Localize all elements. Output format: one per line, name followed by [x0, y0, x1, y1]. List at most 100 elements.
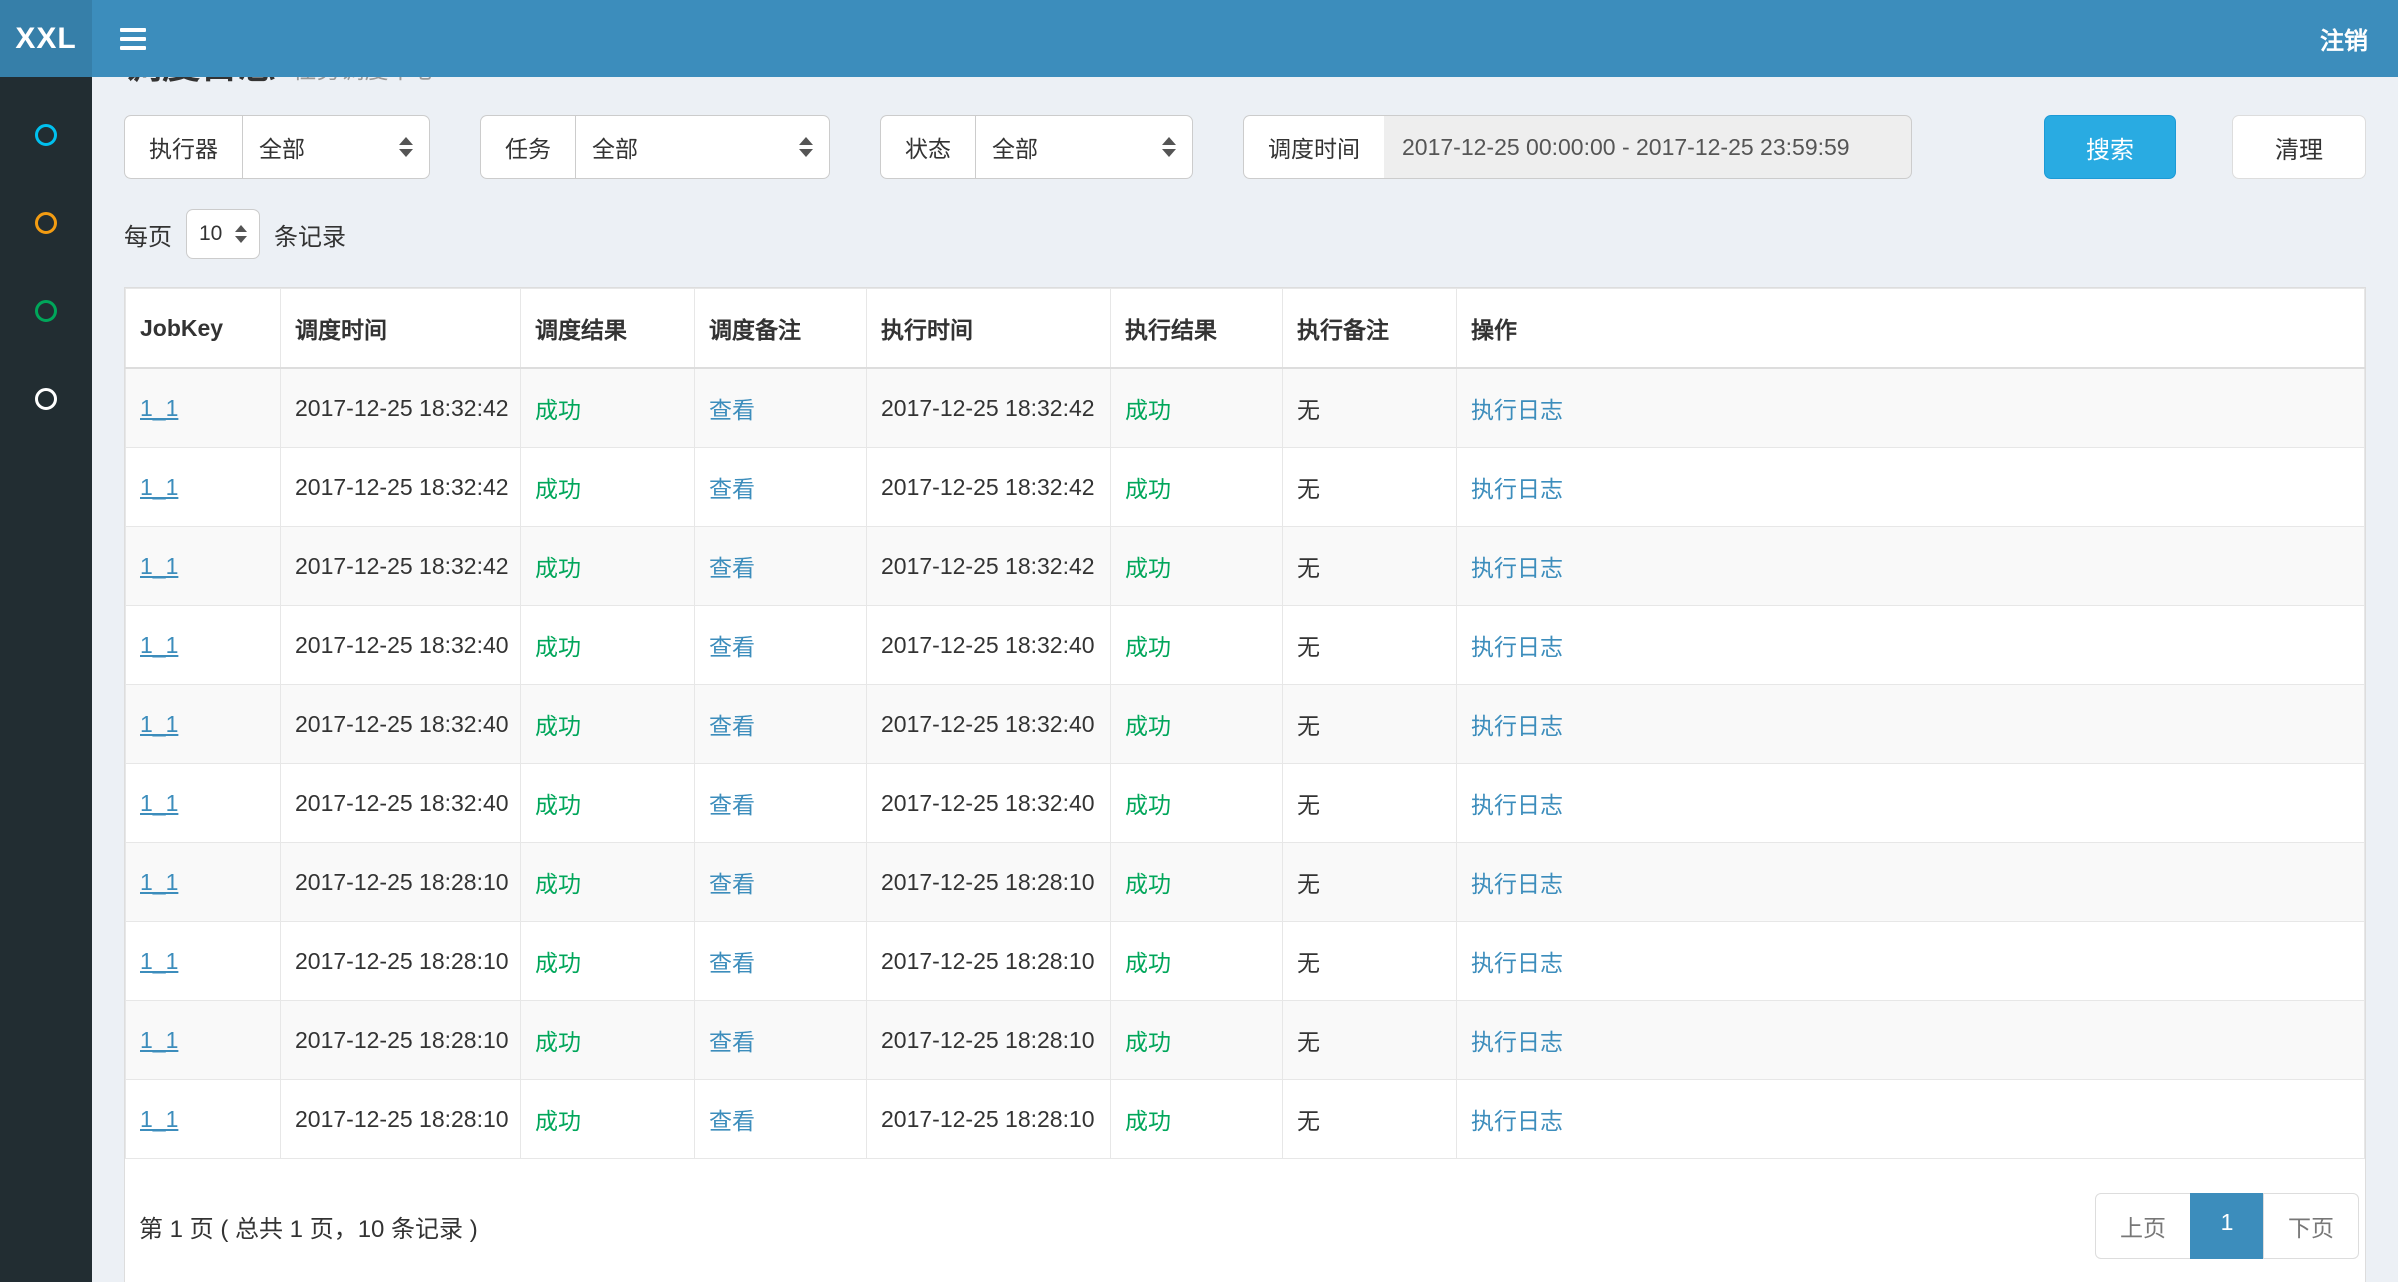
- exec-log-link[interactable]: 执行日志: [1471, 634, 1563, 660]
- column-header-dispatch-remark[interactable]: 调度备注: [695, 289, 867, 369]
- page-size-suffix: 条记录: [274, 217, 346, 252]
- sidebar-item-4[interactable]: [0, 355, 92, 443]
- dispatch-time-cell: 2017-12-25 18:28:10: [281, 843, 521, 922]
- pagination-summary: 第 1 页 ( 总共 1 页，10 条记录 ): [139, 1209, 478, 1244]
- page-size-value: 10: [199, 222, 222, 246]
- table-row: 1_1 2017-12-25 18:32:40 成功 查看 2017-12-25…: [126, 764, 2365, 843]
- sidebar-toggle-button[interactable]: [92, 0, 174, 77]
- exec-time-cell: 2017-12-25 18:28:10: [867, 1001, 1111, 1080]
- exec-time-cell: 2017-12-25 18:28:10: [867, 922, 1111, 1001]
- sidebar-item-2[interactable]: [0, 179, 92, 267]
- dispatch-result-text: 成功: [535, 634, 581, 660]
- column-header-action[interactable]: 操作: [1457, 289, 2365, 369]
- exec-remark-cell: 无: [1283, 606, 1457, 685]
- page-size-select[interactable]: 10: [186, 209, 260, 259]
- prev-page-button[interactable]: 上页: [2095, 1193, 2191, 1259]
- exec-remark-cell: 无: [1283, 368, 1457, 448]
- column-header-exec-time[interactable]: 执行时间: [867, 289, 1111, 369]
- dispatch-remark-link[interactable]: 查看: [709, 713, 755, 739]
- column-header-exec-remark[interactable]: 执行备注: [1283, 289, 1457, 369]
- column-header-dispatch-result[interactable]: 调度结果: [521, 289, 695, 369]
- sidebar-item-3[interactable]: [0, 267, 92, 355]
- job-select[interactable]: 全部: [575, 115, 830, 179]
- dispatch-result-text: 成功: [535, 555, 581, 581]
- exec-log-link[interactable]: 执行日志: [1471, 713, 1563, 739]
- dispatch-time-cell: 2017-12-25 18:32:40: [281, 606, 521, 685]
- jobkey-link[interactable]: 1_1: [140, 553, 178, 579]
- jobkey-link[interactable]: 1_1: [140, 1106, 178, 1132]
- top-navbar: XXL 注销: [0, 0, 2398, 77]
- exec-log-link[interactable]: 执行日志: [1471, 792, 1563, 818]
- exec-result-text: 成功: [1125, 397, 1171, 423]
- exec-remark-cell: 无: [1283, 527, 1457, 606]
- logout-link[interactable]: 注销: [2320, 21, 2368, 56]
- jobkey-link[interactable]: 1_1: [140, 1027, 178, 1053]
- exec-result-text: 成功: [1125, 1108, 1171, 1134]
- dispatch-result-text: 成功: [535, 950, 581, 976]
- dispatch-result-text: 成功: [535, 871, 581, 897]
- dispatch-remark-link[interactable]: 查看: [709, 555, 755, 581]
- dispatch-remark-link[interactable]: 查看: [709, 397, 755, 423]
- exec-log-link[interactable]: 执行日志: [1471, 555, 1563, 581]
- column-header-exec-result[interactable]: 执行结果: [1111, 289, 1283, 369]
- exec-log-link[interactable]: 执行日志: [1471, 871, 1563, 897]
- jobkey-link[interactable]: 1_1: [140, 711, 178, 737]
- dispatch-remark-link[interactable]: 查看: [709, 1108, 755, 1134]
- sidebar: [0, 77, 92, 1282]
- dispatch-time-cell: 2017-12-25 18:28:10: [281, 1080, 521, 1159]
- exec-log-link[interactable]: 执行日志: [1471, 950, 1563, 976]
- dispatch-remark-link[interactable]: 查看: [709, 476, 755, 502]
- table-row: 1_1 2017-12-25 18:32:42 成功 查看 2017-12-25…: [126, 368, 2365, 448]
- status-filter-label: 状态: [880, 115, 975, 179]
- column-header-jobkey[interactable]: JobKey: [126, 289, 281, 369]
- dispatch-remark-link[interactable]: 查看: [709, 871, 755, 897]
- dispatch-time-cell: 2017-12-25 18:32:42: [281, 527, 521, 606]
- main-content: 调度日志 任务调度中心 执行器 全部 任务 全部 状态 全部 调度时间: [92, 0, 2398, 1282]
- jobkey-link[interactable]: 1_1: [140, 790, 178, 816]
- app-logo[interactable]: XXL: [0, 0, 92, 77]
- hamburger-icon: [120, 46, 146, 50]
- jobkey-link[interactable]: 1_1: [140, 474, 178, 500]
- exec-remark-cell: 无: [1283, 843, 1457, 922]
- search-button[interactable]: 搜索: [2044, 115, 2176, 179]
- job-select-value: 全部: [592, 130, 638, 164]
- table-row: 1_1 2017-12-25 18:28:10 成功 查看 2017-12-25…: [126, 1080, 2365, 1159]
- exec-time-cell: 2017-12-25 18:28:10: [867, 843, 1111, 922]
- dispatch-result-text: 成功: [535, 476, 581, 502]
- executor-select[interactable]: 全部: [242, 115, 430, 179]
- circle-icon: [35, 212, 57, 234]
- dispatch-remark-link[interactable]: 查看: [709, 792, 755, 818]
- status-select-value: 全部: [992, 130, 1038, 164]
- status-select[interactable]: 全部: [975, 115, 1193, 179]
- dispatch-remark-link[interactable]: 查看: [709, 950, 755, 976]
- dispatch-time-cell: 2017-12-25 18:32:40: [281, 685, 521, 764]
- exec-time-cell: 2017-12-25 18:32:42: [867, 527, 1111, 606]
- page-1-button[interactable]: 1: [2190, 1193, 2264, 1259]
- jobkey-link[interactable]: 1_1: [140, 395, 178, 421]
- job-filter: 任务 全部: [480, 115, 830, 179]
- dispatch-remark-link[interactable]: 查看: [709, 1029, 755, 1055]
- exec-remark-cell: 无: [1283, 1001, 1457, 1080]
- circle-icon: [35, 124, 57, 146]
- dispatch-time-cell: 2017-12-25 18:32:42: [281, 368, 521, 448]
- dispatch-remark-link[interactable]: 查看: [709, 634, 755, 660]
- exec-result-text: 成功: [1125, 634, 1171, 660]
- jobkey-link[interactable]: 1_1: [140, 632, 178, 658]
- exec-log-link[interactable]: 执行日志: [1471, 397, 1563, 423]
- clear-button[interactable]: 清理: [2232, 115, 2366, 179]
- sidebar-item-1[interactable]: [0, 91, 92, 179]
- time-range-input[interactable]: [1384, 115, 1912, 179]
- select-arrows-icon: [1162, 137, 1176, 157]
- dispatch-time-cell: 2017-12-25 18:28:10: [281, 922, 521, 1001]
- jobkey-link[interactable]: 1_1: [140, 869, 178, 895]
- exec-log-link[interactable]: 执行日志: [1471, 476, 1563, 502]
- exec-log-link[interactable]: 执行日志: [1471, 1108, 1563, 1134]
- column-header-dispatch-time[interactable]: 调度时间: [281, 289, 521, 369]
- next-page-button[interactable]: 下页: [2263, 1193, 2359, 1259]
- exec-result-text: 成功: [1125, 555, 1171, 581]
- hamburger-icon: [120, 37, 146, 41]
- table-row: 1_1 2017-12-25 18:32:42 成功 查看 2017-12-25…: [126, 527, 2365, 606]
- jobkey-link[interactable]: 1_1: [140, 948, 178, 974]
- exec-log-link[interactable]: 执行日志: [1471, 1029, 1563, 1055]
- exec-time-cell: 2017-12-25 18:32:40: [867, 606, 1111, 685]
